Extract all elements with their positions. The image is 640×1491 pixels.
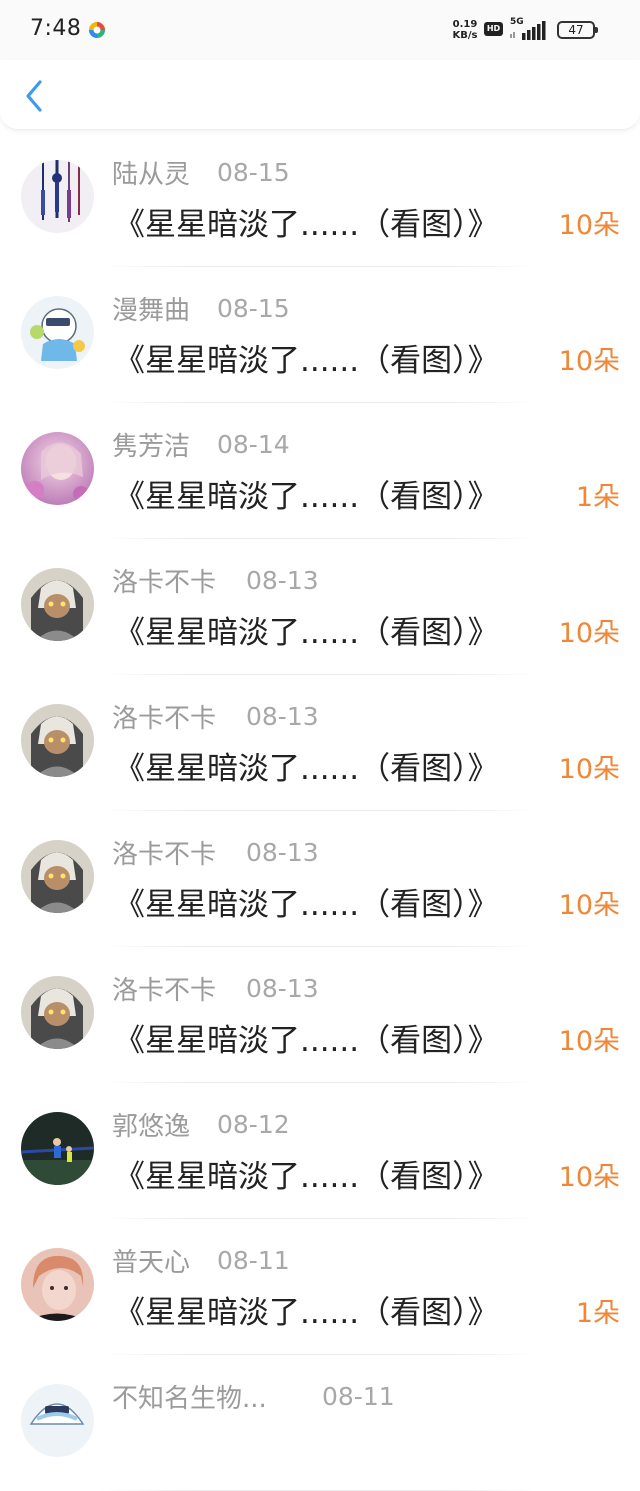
gift-record-row[interactable]: 郭悠逸 08-12 《星星暗淡了......（看图）》 10朵	[0, 1083, 640, 1219]
flower-count: 10朵	[558, 1026, 620, 1057]
record-date: 08-13	[246, 566, 319, 595]
record-date: 08-14	[217, 430, 290, 459]
record-date: 08-13	[246, 974, 319, 1003]
flower-count: 10朵	[558, 890, 620, 921]
article-title[interactable]: 《星星暗淡了......（看图）》	[114, 335, 499, 380]
user-name[interactable]: 洛卡不卡	[112, 698, 216, 735]
article-title[interactable]: 《星星暗淡了......（看图）》	[114, 471, 499, 516]
status-bar: 7:48 0.19 KB/s HD 5G 47	[0, 0, 640, 60]
user-name[interactable]: 洛卡不卡	[112, 970, 216, 1007]
record-date: 08-15	[217, 294, 290, 323]
flower-count: 10朵	[558, 1162, 620, 1193]
avatar[interactable]	[21, 1384, 94, 1457]
nav-bar	[0, 60, 640, 130]
back-button[interactable]	[18, 76, 52, 116]
article-title[interactable]: 《星星暗淡了......（看图）》	[114, 879, 499, 924]
flower-count: 10朵	[558, 210, 620, 241]
article-title[interactable]: 《星星暗淡了......（看图）》	[114, 199, 499, 244]
gift-record-row[interactable]: 洛卡不卡 08-13 《星星暗淡了......（看图）》 10朵	[0, 539, 640, 675]
avatar[interactable]	[21, 976, 94, 1049]
avatar[interactable]	[21, 296, 94, 369]
avatar[interactable]	[21, 1112, 94, 1185]
user-name[interactable]: 隽芳洁	[112, 426, 190, 463]
avatar[interactable]	[21, 160, 94, 233]
avatar[interactable]	[21, 704, 94, 777]
user-name[interactable]: 郭悠逸	[112, 1106, 190, 1143]
flower-count: 10朵	[558, 618, 620, 649]
record-date: 08-11	[322, 1382, 395, 1411]
flower-count: 10朵	[558, 346, 620, 377]
record-date: 08-11	[217, 1246, 290, 1275]
gift-record-row[interactable]: 普天心 08-11 《星星暗淡了......（看图）》 1朵	[0, 1219, 640, 1355]
article-title[interactable]: 《星星暗淡了......（看图）》	[114, 1287, 499, 1332]
record-date: 08-13	[246, 702, 319, 731]
status-time: 7:48	[30, 16, 82, 41]
article-title[interactable]: 《星星暗淡了......（看图）》	[114, 1151, 499, 1196]
record-date: 08-12	[217, 1110, 290, 1139]
article-title[interactable]: 《星星暗淡了......（看图）》	[114, 607, 499, 652]
flower-count: 1朵	[575, 1298, 620, 1329]
avatar[interactable]	[21, 568, 94, 641]
gift-record-row[interactable]: 洛卡不卡 08-13 《星星暗淡了......（看图）》 10朵	[0, 947, 640, 1083]
gift-record-list: 陆从灵 08-15 《星星暗淡了......（看图）》 10朵 漫舞曲 08-15 《星星…	[0, 131, 640, 1491]
record-date: 08-13	[246, 838, 319, 867]
network-speed: 0.19 KB/s	[452, 19, 478, 41]
user-name[interactable]: 洛卡不卡	[112, 834, 216, 871]
user-name[interactable]: 普天心	[112, 1242, 190, 1279]
avatar[interactable]	[21, 840, 94, 913]
gift-record-row[interactable]: 洛卡不卡 08-13 《星星暗淡了......（看图）》 10朵	[0, 811, 640, 947]
gift-record-row[interactable]: 漫舞曲 08-15 《星星暗淡了......（看图）》 10朵	[0, 267, 640, 403]
gift-record-row[interactable]: 洛卡不卡 08-13 《星星暗淡了......（看图）》 10朵	[0, 675, 640, 811]
hd-badge: HD	[484, 22, 503, 36]
flower-count: 1朵	[575, 482, 620, 513]
avatar[interactable]	[21, 432, 94, 505]
app-notification-icon	[88, 21, 106, 39]
record-date: 08-15	[217, 158, 290, 187]
user-name[interactable]: 漫舞曲	[112, 290, 190, 327]
user-name[interactable]: 不知名生物...	[112, 1378, 267, 1415]
gift-record-row[interactable]: 陆从灵 08-15 《星星暗淡了......（看图）》 10朵	[0, 131, 640, 267]
gift-record-row[interactable]: 不知名生物... 08-11	[0, 1355, 640, 1491]
battery-icon: 47	[557, 21, 598, 39]
gift-record-row[interactable]: 隽芳洁 08-14 《星星暗淡了......（看图）》 1朵	[0, 403, 640, 539]
avatar[interactable]	[21, 1248, 94, 1321]
user-name[interactable]: 洛卡不卡	[112, 562, 216, 599]
signal-icon	[510, 21, 546, 40]
article-title[interactable]: 《星星暗淡了......（看图）》	[114, 743, 499, 788]
flower-count: 10朵	[558, 754, 620, 785]
article-title[interactable]: 《星星暗淡了......（看图）》	[114, 1015, 499, 1060]
user-name[interactable]: 陆从灵	[112, 154, 190, 191]
